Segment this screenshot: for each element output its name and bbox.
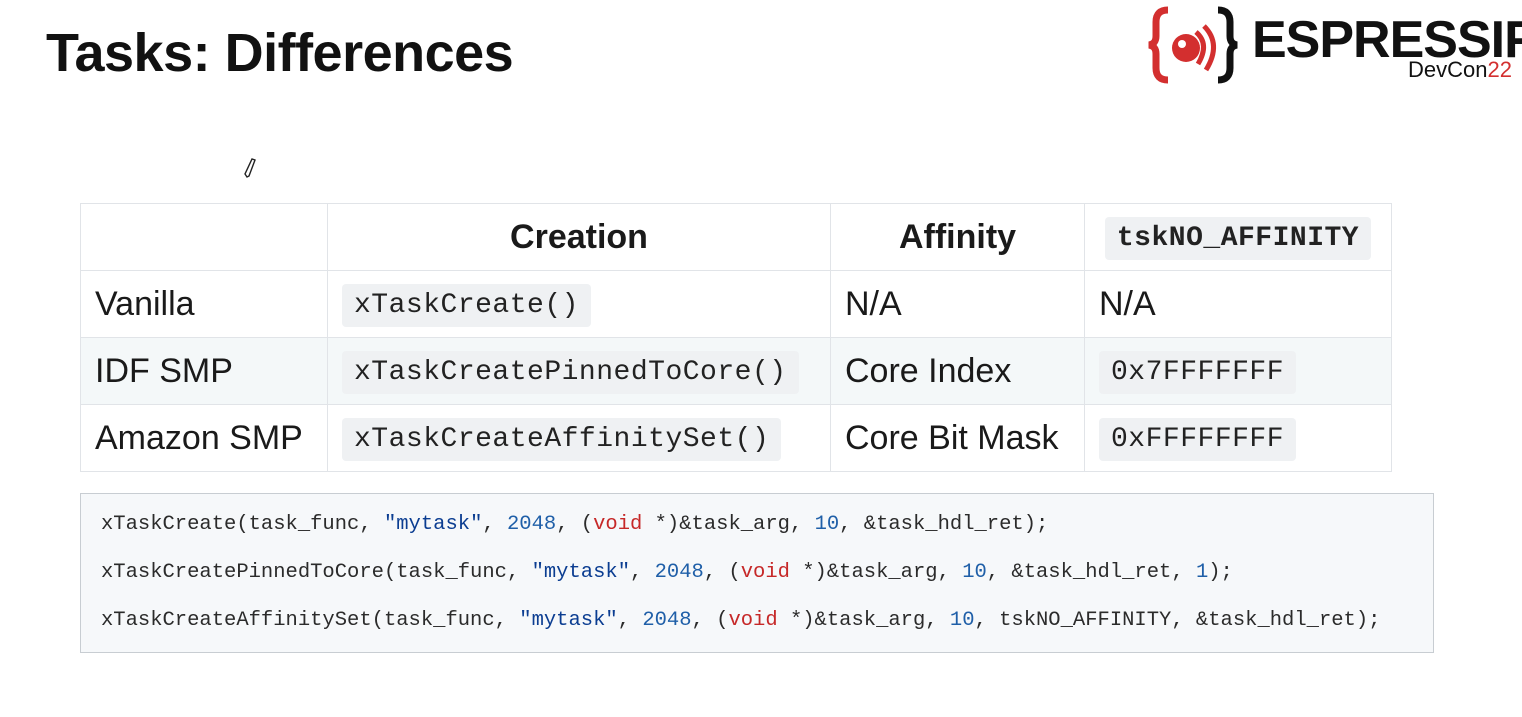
no-affinity-cell: N/A [1084,270,1392,338]
header-affinity: Affinity [830,203,1085,271]
differences-table: Creation Affinity tskNO_AFFINITY Vanilla… [80,203,1392,472]
code-line-1: xTaskCreate(task_func, "mytask", 2048, (… [101,513,1049,536]
creation-cell: xTaskCreateAffinitySet() [327,404,831,472]
affinity-cell: N/A [830,270,1085,338]
header-creation: Creation [327,203,831,271]
no-affinity-cell: 0xFFFFFFFF [1084,404,1392,472]
espressif-logo-icon [1148,6,1238,84]
table-row: Vanilla xTaskCreate() N/A N/A [80,270,1392,338]
pen-cursor-icon [244,158,256,178]
header-no-affinity: tskNO_AFFINITY [1084,203,1392,271]
code-line-3: xTaskCreateAffinitySet(task_func, "mytas… [101,609,1381,632]
code-block: xTaskCreate(task_func, "mytask", 2048, (… [80,493,1434,653]
no-affinity-cell: 0x7FFFFFFF [1084,337,1392,405]
logo-event: DevCon22 [1408,57,1512,82]
row-label: Vanilla [80,270,328,338]
row-label: Amazon SMP [80,404,328,472]
slide-title: Tasks: Differences [46,23,514,83]
table-header-row: Creation Affinity tskNO_AFFINITY [80,203,1392,271]
affinity-cell: Core Index [830,337,1085,405]
espressif-logo: ESPRESSIF DevCon22 [1146,4,1522,86]
affinity-cell: Core Bit Mask [830,404,1085,472]
creation-cell: xTaskCreate() [327,270,831,338]
table-row: IDF SMP xTaskCreatePinnedToCore() Core I… [80,337,1392,405]
creation-cell: xTaskCreatePinnedToCore() [327,337,831,405]
row-label: IDF SMP [80,337,328,405]
code-line-2: xTaskCreatePinnedToCore(task_func, "myta… [101,561,1233,584]
header-cell-empty [80,203,328,271]
table-row: Amazon SMP xTaskCreateAffinitySet() Core… [80,404,1392,472]
